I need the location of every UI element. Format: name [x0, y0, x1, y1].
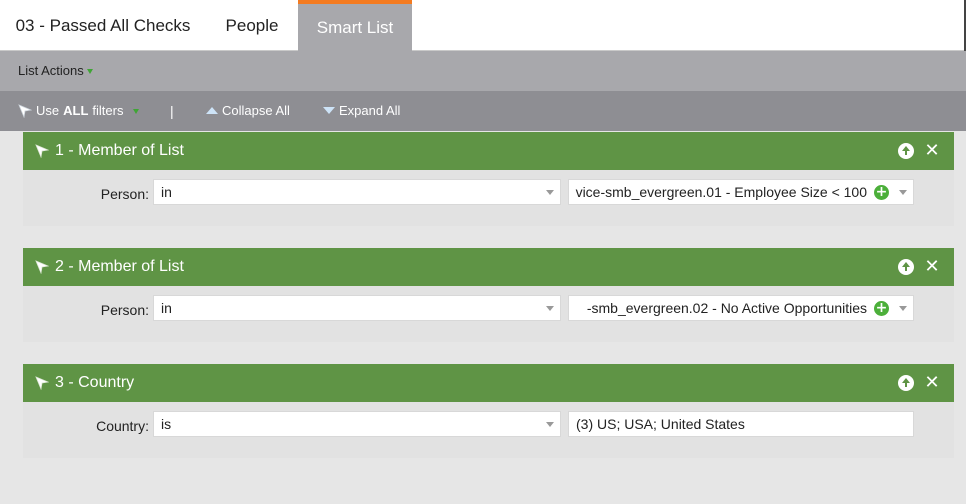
tab-list-name[interactable]: 03 - Passed All Checks — [0, 0, 206, 51]
list-value-text: -smb_evergreen.02 - No Active Opportunit… — [586, 300, 867, 316]
chevron-down-icon — [546, 306, 554, 311]
list-actions-menu[interactable]: List Actions — [18, 63, 93, 78]
operator-value: in — [161, 300, 172, 316]
plus-circle-icon[interactable]: + — [874, 301, 889, 316]
collapse-all-label: Collapse All — [222, 103, 290, 118]
expand-all-button[interactable]: Expand All — [323, 103, 400, 118]
close-icon[interactable]: ✕ — [924, 374, 940, 392]
filter-card-3: 3 - Country ✕ Country: is (3) US; USA; U… — [23, 364, 954, 458]
chevron-down-icon — [546, 422, 554, 427]
operator-select[interactable]: in — [153, 295, 561, 321]
list-actions-label: List Actions — [18, 63, 84, 78]
plus-circle-icon[interactable]: + — [874, 185, 889, 200]
field-label: Country: — [96, 418, 149, 434]
filter-header[interactable]: 3 - Country ✕ — [23, 364, 954, 402]
operator-select[interactable]: in — [153, 179, 561, 205]
filter-title: 2 - Member of List — [55, 258, 184, 275]
operator-value: in — [161, 184, 172, 200]
filter-header[interactable]: 2 - Member of List ✕ — [23, 248, 954, 286]
list-value-select[interactable]: -smb_evergreen.02 - No Active Opportunit… — [568, 295, 914, 321]
filter-title: 1 - Member of List — [55, 142, 184, 159]
operator-value: is — [161, 416, 172, 432]
move-up-icon[interactable] — [898, 259, 914, 275]
filter-header[interactable]: 1 - Member of List ✕ — [23, 132, 954, 170]
dropdown-caret-icon — [86, 68, 93, 74]
expand-all-label: Expand All — [339, 103, 401, 118]
list-value-select[interactable]: vice-smb_evergreen.01 - Employee Size < … — [568, 179, 914, 205]
field-label: Person: — [100, 186, 149, 202]
move-up-icon[interactable] — [898, 143, 914, 159]
use-all-label: ALL — [63, 103, 89, 118]
use-label: Use — [36, 103, 60, 118]
filter-toolbar: Use ALL filters | Collapse All Expand Al… — [0, 91, 966, 131]
use-all-filters-dropdown[interactable]: Use ALL filters — [18, 103, 140, 118]
toolbar-separator: | — [170, 103, 174, 119]
dropdown-caret-icon — [133, 108, 140, 114]
close-icon[interactable]: ✕ — [924, 258, 940, 276]
field-label: Person: — [100, 302, 149, 318]
funnel-icon — [35, 260, 49, 274]
expand-arrow-icon — [323, 107, 335, 114]
country-value-text: (3) US; USA; United States — [576, 416, 745, 432]
filter-card-2: 2 - Member of List ✕ Person: in -smb_eve… — [23, 248, 954, 342]
close-icon[interactable]: ✕ — [924, 142, 940, 160]
chevron-down-icon — [546, 190, 554, 195]
chevron-down-icon — [899, 190, 907, 195]
chevron-down-icon — [899, 306, 907, 311]
filter-title: 3 - Country — [55, 374, 135, 391]
funnel-icon — [18, 103, 32, 118]
list-actions-bar: List Actions — [0, 51, 966, 91]
collapse-arrow-icon — [206, 107, 218, 114]
tab-smart-list[interactable]: Smart List — [298, 0, 412, 51]
country-value-input[interactable]: (3) US; USA; United States — [568, 411, 914, 437]
use-filters-label: filters — [92, 103, 124, 118]
operator-select[interactable]: is — [153, 411, 561, 437]
tab-people[interactable]: People — [206, 0, 298, 51]
funnel-icon — [35, 144, 49, 158]
funnel-icon — [35, 376, 49, 390]
list-value-text: vice-smb_evergreen.01 - Employee Size < … — [575, 184, 867, 200]
move-up-icon[interactable] — [898, 375, 914, 391]
collapse-all-button[interactable]: Collapse All — [206, 103, 290, 118]
filter-card-1: 1 - Member of List ✕ Person: in vice-smb… — [23, 132, 954, 226]
tab-bar: 03 - Passed All Checks People Smart List — [0, 0, 966, 51]
